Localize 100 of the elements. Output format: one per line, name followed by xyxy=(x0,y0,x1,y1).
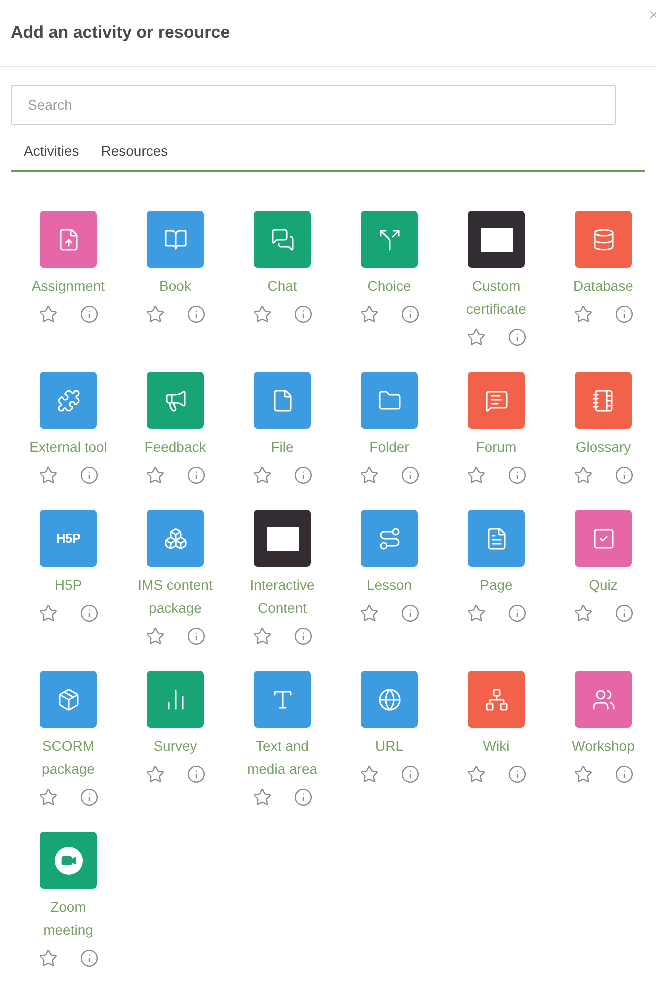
star-icon[interactable] xyxy=(360,466,378,484)
info-icon[interactable] xyxy=(294,304,312,324)
info-icon[interactable] xyxy=(508,604,526,622)
activity-tile[interactable] xyxy=(40,832,97,889)
activity-label[interactable]: Interactive Content xyxy=(238,574,326,620)
tab[interactable]: Activities xyxy=(24,141,80,162)
activity-label[interactable]: Choice xyxy=(346,275,434,298)
activity-label[interactable]: Chat xyxy=(238,275,326,298)
activity-label[interactable]: Lesson xyxy=(346,574,434,597)
star-icon[interactable] xyxy=(38,948,58,968)
activity-tile[interactable] xyxy=(40,671,97,728)
info-icon[interactable] xyxy=(186,626,206,646)
info-icon[interactable] xyxy=(294,466,312,484)
activity-tile[interactable] xyxy=(147,510,204,567)
info-icon[interactable] xyxy=(614,764,634,784)
star-icon[interactable] xyxy=(146,626,164,646)
activity-tile[interactable] xyxy=(40,211,97,268)
star-icon[interactable] xyxy=(252,788,272,806)
info-icon[interactable] xyxy=(614,466,634,484)
activity-tile[interactable] xyxy=(254,372,311,429)
activity-label[interactable]: Text and media area xyxy=(238,735,326,781)
info-icon[interactable] xyxy=(80,304,98,324)
activity-tile[interactable] xyxy=(575,372,632,429)
activity-label[interactable]: Page xyxy=(452,574,540,597)
info-icon[interactable] xyxy=(80,604,98,622)
activity-tile[interactable] xyxy=(575,671,632,728)
activity-label[interactable]: Forum xyxy=(452,436,540,459)
star-icon[interactable] xyxy=(360,764,378,784)
info-icon[interactable] xyxy=(400,304,420,324)
activity-label[interactable]: Survey xyxy=(132,735,220,758)
activity-label[interactable]: Custom certificate xyxy=(452,275,540,321)
star-icon[interactable] xyxy=(574,764,592,784)
info-icon[interactable] xyxy=(80,788,98,806)
activity-label[interactable]: Zoom meeting xyxy=(24,896,112,942)
star-icon[interactable] xyxy=(360,604,378,622)
close-icon[interactable] xyxy=(650,10,656,20)
star-icon[interactable] xyxy=(38,604,58,622)
activity-label[interactable]: Database xyxy=(560,275,648,298)
star-icon[interactable] xyxy=(252,466,272,484)
activity-label[interactable]: URL xyxy=(346,735,434,758)
activity-label[interactable]: Book xyxy=(132,275,220,298)
star-icon[interactable] xyxy=(466,764,486,784)
info-icon[interactable] xyxy=(80,948,98,968)
info-icon[interactable] xyxy=(508,764,526,784)
star-icon[interactable] xyxy=(38,466,58,484)
activity-tile[interactable] xyxy=(40,372,97,429)
info-icon[interactable] xyxy=(186,764,206,784)
activity-tile[interactable] xyxy=(361,372,418,429)
activity-label[interactable]: SCORM package xyxy=(24,735,112,781)
activity-label[interactable]: Workshop xyxy=(560,735,648,758)
activity-label[interactable]: IMS content package xyxy=(132,574,220,620)
info-icon[interactable] xyxy=(400,604,420,622)
tab[interactable]: Resources xyxy=(101,141,168,162)
activity-tile[interactable] xyxy=(468,211,525,268)
info-icon[interactable] xyxy=(508,466,526,484)
info-icon[interactable] xyxy=(186,304,206,324)
activity-tile[interactable] xyxy=(147,372,204,429)
activity-tile[interactable] xyxy=(468,671,525,728)
star-icon[interactable] xyxy=(252,304,272,324)
activity-tile[interactable] xyxy=(361,211,418,268)
activity-label[interactable]: Assignment xyxy=(24,275,112,298)
activity-label[interactable]: File xyxy=(238,436,326,459)
info-icon[interactable] xyxy=(508,328,526,346)
star-icon[interactable] xyxy=(574,604,592,622)
activity-tile[interactable] xyxy=(254,510,311,567)
star-icon[interactable] xyxy=(38,304,58,324)
activity-label[interactable]: External tool xyxy=(24,436,112,459)
star-icon[interactable] xyxy=(360,304,378,324)
activity-tile[interactable] xyxy=(254,671,311,728)
star-icon[interactable] xyxy=(466,604,486,622)
info-icon[interactable] xyxy=(614,304,634,324)
star-icon[interactable] xyxy=(574,304,592,324)
star-icon[interactable] xyxy=(574,466,592,484)
activity-tile[interactable] xyxy=(147,211,204,268)
activity-tile[interactable]: H5P xyxy=(40,510,97,567)
activity-tile[interactable] xyxy=(468,510,525,567)
activity-tile[interactable] xyxy=(468,372,525,429)
star-icon[interactable] xyxy=(146,304,164,324)
star-icon[interactable] xyxy=(466,328,486,346)
activity-tile[interactable] xyxy=(361,510,418,567)
info-icon[interactable] xyxy=(80,466,98,484)
star-icon[interactable] xyxy=(146,764,164,784)
info-icon[interactable] xyxy=(400,764,420,784)
activity-label[interactable]: Quiz xyxy=(560,574,648,597)
activity-label[interactable]: Wiki xyxy=(452,735,540,758)
star-icon[interactable] xyxy=(38,788,58,806)
info-icon[interactable] xyxy=(186,466,206,484)
star-icon[interactable] xyxy=(146,466,164,484)
activity-tile[interactable] xyxy=(147,671,204,728)
activity-tile[interactable] xyxy=(575,510,632,567)
search-field[interactable]: Search xyxy=(11,85,616,125)
info-icon[interactable] xyxy=(614,604,634,622)
info-icon[interactable] xyxy=(294,788,312,806)
activity-tile[interactable] xyxy=(254,211,311,268)
activity-label[interactable]: Feedback xyxy=(132,436,220,459)
activity-label[interactable]: Glossary xyxy=(560,436,648,459)
activity-tile[interactable] xyxy=(361,671,418,728)
star-icon[interactable] xyxy=(252,626,272,646)
info-icon[interactable] xyxy=(294,626,312,646)
activity-label[interactable]: H5P xyxy=(24,574,112,597)
